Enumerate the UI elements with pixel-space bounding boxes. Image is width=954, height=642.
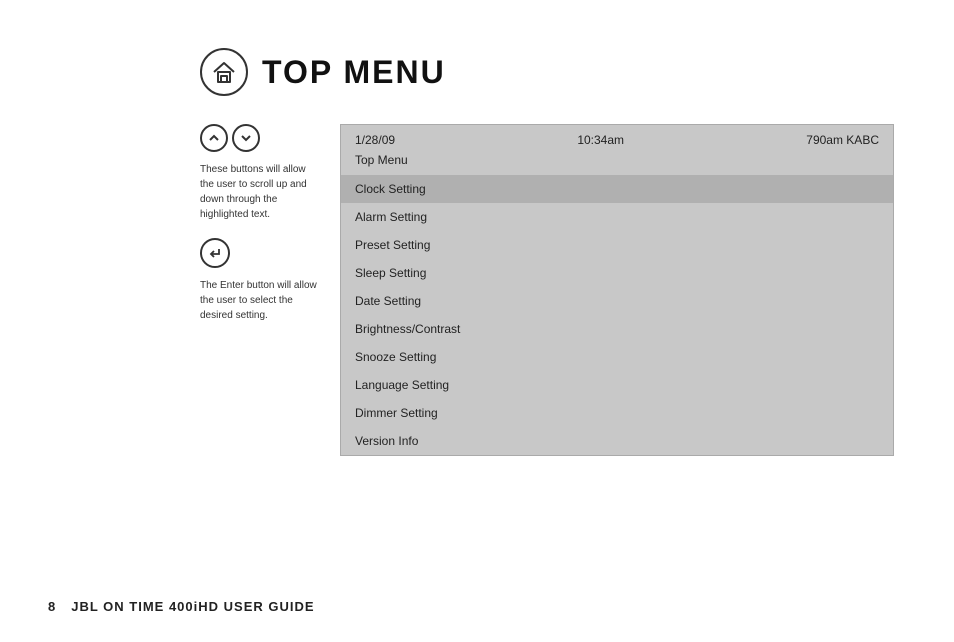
menu-item[interactable]: Date Setting [341, 287, 893, 315]
device-screen: 1/28/09 10:34am 790am KABC Top Menu Cloc… [340, 124, 894, 456]
nav-up-button[interactable] [200, 124, 228, 152]
menu-item[interactable]: Dimmer Setting [341, 399, 893, 427]
content-layout: These buttons will allow the user to scr… [200, 124, 894, 456]
screen-station: 790am KABC [806, 133, 879, 147]
menu-item[interactable]: Version Info [341, 427, 893, 455]
screen-header: 1/28/09 10:34am 790am KABC [341, 125, 893, 151]
menu-item[interactable]: Alarm Setting [341, 203, 893, 231]
menu-item[interactable]: Language Setting [341, 371, 893, 399]
menu-item[interactable]: Sleep Setting [341, 259, 893, 287]
menu-item[interactable]: Snooze Setting [341, 343, 893, 371]
screen-menu-label: Top Menu [341, 151, 893, 175]
menu-items: Clock SettingAlarm SettingPreset Setting… [341, 175, 893, 455]
footer: 8 JBL ON TIME 400iHD USER GUIDE [48, 599, 315, 614]
main-content: TOP MENU These buttons will allow the us… [200, 48, 894, 456]
page-title: TOP MENU [262, 54, 446, 91]
instructions-panel: These buttons will allow the user to scr… [200, 124, 320, 339]
nav-instruction-text: These buttons will allow the user to scr… [200, 162, 320, 222]
nav-buttons [200, 124, 320, 152]
home-icon [200, 48, 248, 96]
screen-date: 1/28/09 [355, 133, 395, 147]
nav-down-button[interactable] [232, 124, 260, 152]
enter-instruction-text: The Enter button will allow the user to … [200, 278, 320, 323]
screen-time: 10:34am [577, 133, 624, 147]
menu-item[interactable]: Clock Setting [341, 175, 893, 203]
footer-title: JBL ON TIME 400iHD USER GUIDE [71, 599, 314, 614]
menu-item[interactable]: Brightness/Contrast [341, 315, 893, 343]
title-section: TOP MENU [200, 48, 894, 96]
footer-page-number: 8 [48, 599, 55, 614]
menu-item[interactable]: Preset Setting [341, 231, 893, 259]
enter-button[interactable] [200, 238, 230, 268]
